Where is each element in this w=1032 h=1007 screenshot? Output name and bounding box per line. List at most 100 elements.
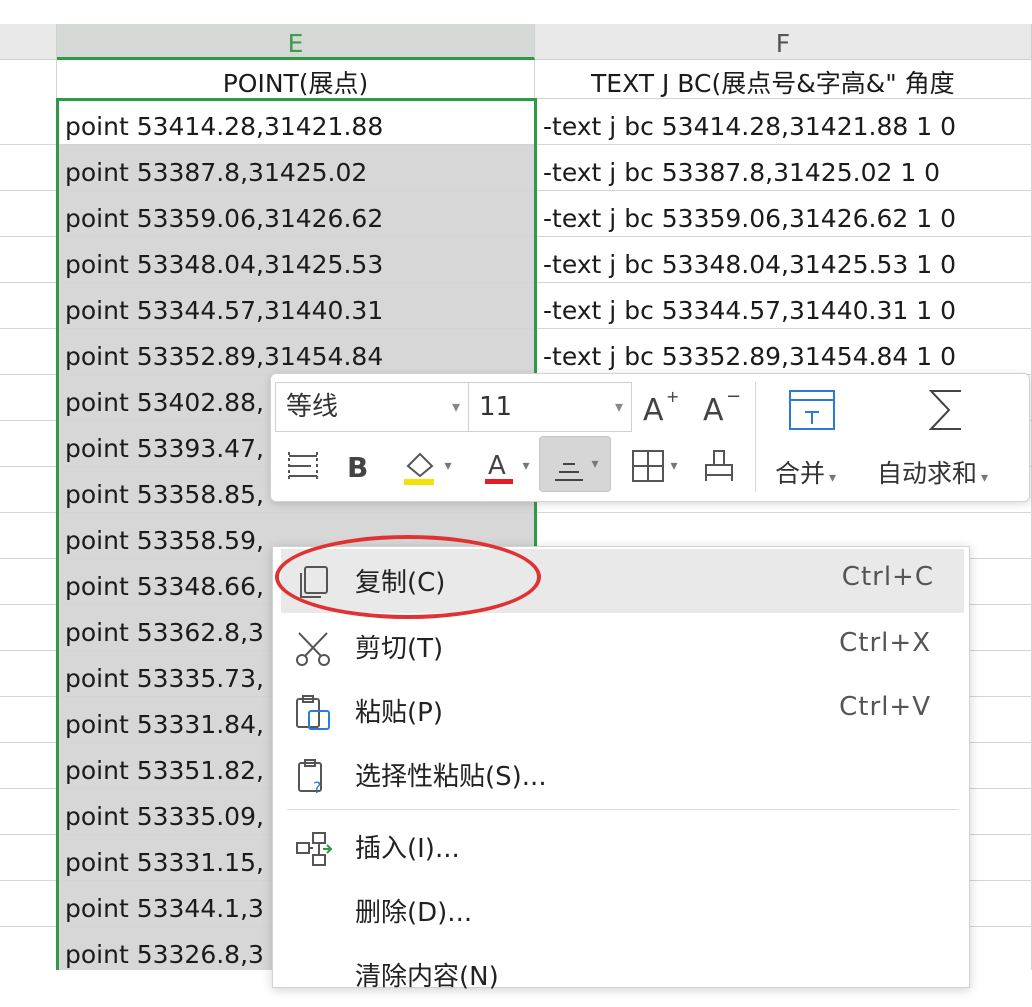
menu-divider xyxy=(287,809,959,810)
menu-item-shortcut: Ctrl+C xyxy=(841,562,934,592)
merge-cells-icon[interactable] xyxy=(785,386,839,434)
merge-label: 合并 xyxy=(775,459,826,488)
insert-icon xyxy=(296,832,333,866)
chevron-down-icon: ▾ xyxy=(591,456,599,472)
chevron-down-icon: ▾ xyxy=(451,397,460,416)
font-size-value: 11 xyxy=(479,392,513,422)
toolbar-divider xyxy=(755,382,756,492)
wrap-text-icon[interactable] xyxy=(283,446,323,486)
corner-header[interactable] xyxy=(0,24,57,60)
row-stub xyxy=(0,881,57,927)
copy-icon xyxy=(300,566,328,598)
menu-item-label: 清除内容(N) xyxy=(355,962,499,992)
cell-e[interactable]: point 53344.57,31440.31 xyxy=(57,283,535,329)
column-header-f[interactable]: F xyxy=(535,24,1032,60)
svg-text:B: B xyxy=(347,451,368,484)
format-painter-icon[interactable] xyxy=(699,446,739,486)
autosum-button[interactable]: 自动求和 ▾ xyxy=(877,454,988,490)
menu-item-cut[interactable]: 剪切(T) Ctrl+X xyxy=(273,615,969,679)
chevron-down-icon: ▾ xyxy=(522,458,530,474)
autosum-label: 自动求和 xyxy=(877,459,978,488)
cell-f[interactable]: -text j bc 53344.57,31440.31 1 0 xyxy=(535,283,1032,329)
column-header-e[interactable]: E xyxy=(57,24,535,60)
fill-color-button[interactable]: ▾ xyxy=(395,446,457,486)
row-stub xyxy=(0,513,57,559)
font-color-icon: A xyxy=(485,451,514,484)
row-stub xyxy=(0,835,57,881)
font-name-select[interactable]: 等线 ▾ xyxy=(275,382,469,432)
row-stub xyxy=(0,651,57,697)
context-menu: 复制(C) Ctrl+C 剪切(T) Ctrl+X 粘贴(P) Ctrl+V ?… xyxy=(272,546,970,992)
borders-icon xyxy=(632,450,665,482)
cell-e-header[interactable]: POINT(展点) xyxy=(57,60,535,99)
chevron-down-icon: ▾ xyxy=(670,458,678,474)
row-stub xyxy=(0,559,57,605)
align-button[interactable]: ▾ xyxy=(539,436,611,492)
chevron-down-icon: ▾ xyxy=(444,458,452,474)
align-center-icon xyxy=(555,463,584,481)
decrease-font-size-icon[interactable]: A − xyxy=(701,386,741,428)
cell-f[interactable]: -text j bc 53414.28,31421.88 1 0 xyxy=(535,99,1032,145)
svg-text:?: ? xyxy=(313,778,322,797)
svg-text:−: − xyxy=(726,386,741,407)
font-color-button[interactable]: A ▾ xyxy=(475,446,537,486)
increase-font-size-icon[interactable]: A + xyxy=(641,386,681,428)
sum-icon[interactable] xyxy=(923,384,969,436)
menu-item-label: 粘贴(P) xyxy=(355,698,443,728)
cell-f[interactable]: -text j bc 53352.89,31454.84 1 0 xyxy=(535,329,1032,375)
cell-e[interactable]: point 53387.8,31425.02 xyxy=(57,145,535,191)
cell-e[interactable]: point 53359.06,31426.62 xyxy=(57,191,535,237)
menu-item-insert[interactable]: 插入(I)... xyxy=(273,815,969,879)
menu-item-label: 剪切(T) xyxy=(355,634,444,664)
menu-item-label: 删除(D)... xyxy=(355,898,473,928)
bold-icon[interactable]: B xyxy=(341,446,377,486)
cell-f[interactable]: -text j bc 53359.06,31426.62 1 0 xyxy=(535,191,1032,237)
svg-text:A: A xyxy=(488,451,506,481)
cell-f-header[interactable]: TEXT J BC(展点号&字高&" 角度 xyxy=(535,60,1032,99)
row-stub xyxy=(0,191,57,237)
row-stub xyxy=(0,927,57,970)
row-stub xyxy=(0,145,57,191)
menu-item-label: 选择性粘贴(S)... xyxy=(355,762,547,792)
cell-f[interactable]: -text j bc 53348.04,31425.53 1 0 xyxy=(535,237,1032,283)
row-stub xyxy=(0,283,57,329)
row-stub xyxy=(0,329,57,375)
menu-item-paste-special[interactable]: ? 选择性粘贴(S)... xyxy=(273,743,969,807)
row-stub xyxy=(0,605,57,651)
paste-special-icon: ? xyxy=(298,759,322,797)
cell-e[interactable]: point 53352.89,31454.84 xyxy=(57,329,535,375)
svg-text:A: A xyxy=(703,393,724,428)
menu-item-shortcut: Ctrl+V xyxy=(839,692,931,722)
paint-bucket-icon xyxy=(404,452,435,485)
svg-text:A: A xyxy=(643,393,664,428)
menu-item-shortcut: Ctrl+X xyxy=(839,628,931,658)
row-stub xyxy=(0,421,57,467)
menu-item-label: 插入(I)... xyxy=(355,834,460,864)
menu-item-paste[interactable]: 粘贴(P) Ctrl+V xyxy=(273,679,969,743)
cell-e[interactable]: point 53348.04,31425.53 xyxy=(57,237,535,283)
row-stub xyxy=(0,237,57,283)
cell-e[interactable]: point 53414.28,31421.88 xyxy=(57,99,535,145)
row-stub xyxy=(0,99,57,145)
font-name-value: 等线 xyxy=(286,392,339,422)
chevron-down-icon: ▾ xyxy=(829,470,837,486)
merge-button[interactable]: 合并 ▾ xyxy=(775,454,836,490)
font-size-select[interactable]: 11 ▾ xyxy=(468,382,632,432)
cell-f[interactable]: -text j bc 53387.8,31425.02 1 0 xyxy=(535,145,1032,191)
svg-text:+: + xyxy=(666,387,679,406)
paste-icon xyxy=(296,695,330,730)
menu-item-label: 复制(C) xyxy=(355,568,446,598)
borders-button[interactable]: ▾ xyxy=(623,446,685,486)
menu-item-delete[interactable]: 删除(D)... xyxy=(273,879,969,943)
mini-format-toolbar: 等线 ▾ 11 ▾ A + A − B ▾ A ▾ ▾ ▾ 合并 ▾ 自动求和 … xyxy=(270,373,1030,502)
chevron-down-icon: ▾ xyxy=(981,470,989,486)
row-stub xyxy=(0,789,57,835)
scissors-icon xyxy=(296,632,330,666)
row-stub xyxy=(0,743,57,789)
chevron-down-icon: ▾ xyxy=(614,397,623,416)
menu-item-copy[interactable]: 复制(C) Ctrl+C xyxy=(281,549,964,613)
row-stub xyxy=(0,467,57,513)
row-stub xyxy=(0,697,57,743)
menu-item-clear-contents[interactable]: 清除内容(N) xyxy=(273,943,969,1007)
row-stub xyxy=(0,375,57,421)
